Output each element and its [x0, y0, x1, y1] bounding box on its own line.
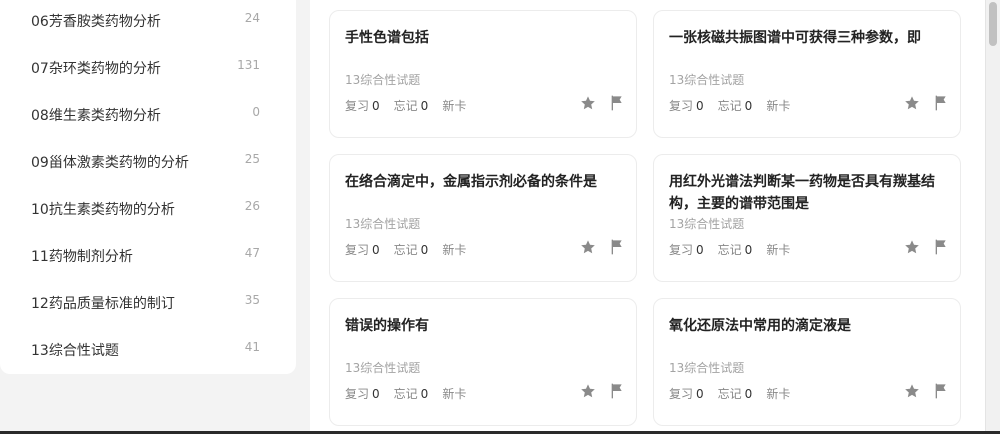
star-icon[interactable] [580, 95, 596, 111]
forget-count: 0 [744, 387, 753, 401]
flag-icon[interactable] [934, 383, 948, 399]
review-count: 0 [696, 243, 704, 257]
new-card-label: 新卡 [442, 99, 467, 113]
flag-icon[interactable] [610, 95, 624, 111]
new-card-label: 新卡 [442, 387, 467, 401]
flashcard[interactable]: 氧化还原法中常用的滴定液是 13综合性试题 复习 0 忘记 0 新卡 [653, 298, 961, 426]
category-item[interactable]: 10抗生素类药物的分析 26 [0, 189, 296, 229]
category-item[interactable]: 07杂环类药物的分析 131 [0, 48, 296, 88]
forget-label: 忘记 [393, 243, 418, 257]
review-label: 复习 [669, 243, 694, 257]
card-title: 氧化还原法中常用的滴定液是 [669, 318, 851, 334]
category-count: 47 [244, 246, 260, 260]
category-count: 131 [237, 58, 260, 72]
card-stats: 复习 0 忘记 0 新卡 [669, 385, 790, 402]
new-card-label: 新卡 [442, 243, 467, 257]
flashcard[interactable]: 在络合滴定中，金属指示剂必备的条件是 13综合性试题 复习 0 忘记 0 新卡 [329, 154, 637, 282]
card-stats: 复习 0 忘记 0 新卡 [345, 241, 466, 258]
new-card-label: 新卡 [766, 243, 791, 257]
review-label: 复习 [345, 387, 370, 401]
forget-label: 忘记 [717, 387, 742, 401]
category-count: 0 [252, 105, 260, 119]
category-label: 10抗生素类药物的分析 [31, 202, 175, 218]
star-icon[interactable] [904, 95, 920, 111]
category-count: 41 [244, 340, 260, 354]
forget-count: 0 [420, 243, 429, 257]
review-label: 复习 [669, 387, 694, 401]
forget-label: 忘记 [393, 99, 418, 113]
card-title: 错误的操作有 [345, 318, 429, 334]
flag-icon[interactable] [934, 95, 948, 111]
card-category-tag: 13综合性试题 [345, 361, 421, 375]
category-label: 09甾体激素类药物的分析 [31, 155, 189, 171]
category-label: 08维生素类药物分析 [31, 108, 161, 124]
category-count: 24 [244, 11, 260, 25]
scrollbar-thumb[interactable] [989, 2, 997, 46]
card-category-tag: 13综合性试题 [669, 361, 745, 375]
card-title: 在络合滴定中，金属指示剂必备的条件是 [345, 174, 597, 190]
category-item[interactable]: 11药物制剂分析 47 [0, 236, 296, 276]
category-label: 12药品质量标准的制订 [31, 296, 175, 312]
review-label: 复习 [345, 99, 370, 113]
category-item[interactable]: 13综合性试题 41 [0, 330, 296, 370]
new-card-label: 新卡 [766, 99, 791, 113]
star-icon[interactable] [904, 239, 920, 255]
card-title: 用红外光谱法判断某一药物是否具有羰基结构，主要的谱带范围是 [669, 174, 935, 212]
card-stats: 复习 0 忘记 0 新卡 [669, 241, 790, 258]
vertical-scrollbar[interactable] [985, 0, 1000, 434]
review-count: 0 [696, 99, 704, 113]
category-item[interactable]: 12药品质量标准的制订 35 [0, 283, 296, 323]
star-icon[interactable] [580, 383, 596, 399]
forget-count: 0 [420, 387, 429, 401]
new-card-label: 新卡 [766, 387, 791, 401]
flashcard[interactable]: 一张核磁共振图谱中可获得三种参数，即 13综合性试题 复习 0 忘记 0 新卡 [653, 10, 961, 138]
review-count: 0 [372, 387, 380, 401]
flag-icon[interactable] [610, 239, 624, 255]
card-grid: 手性色谱包括 13综合性试题 复习 0 忘记 0 新卡 一张核磁共振图谱中可获得三种参数… [310, 0, 985, 434]
review-label: 复习 [669, 99, 694, 113]
category-item[interactable]: 06芳香胺类药物分析 24 [0, 1, 296, 41]
category-count: 26 [244, 199, 260, 213]
forget-label: 忘记 [717, 243, 742, 257]
card-category-tag: 13综合性试题 [669, 73, 745, 87]
card-category-tag: 13综合性试题 [345, 217, 421, 231]
forget-label: 忘记 [717, 99, 742, 113]
category-sidebar: 06芳香胺类药物分析 24 07杂环类药物的分析 131 08维生素类药物分析 … [0, 0, 296, 374]
flashcard[interactable]: 用红外光谱法判断某一药物是否具有羰基结构，主要的谱带范围是 13综合性试题 复习… [653, 154, 961, 282]
card-stats: 复习 0 忘记 0 新卡 [345, 385, 466, 402]
card-category-tag: 13综合性试题 [345, 73, 421, 87]
category-label: 07杂环类药物的分析 [31, 61, 161, 77]
review-count: 0 [372, 243, 380, 257]
card-stats: 复习 0 忘记 0 新卡 [345, 97, 466, 114]
star-icon[interactable] [580, 239, 596, 255]
category-item[interactable]: 09甾体激素类药物的分析 25 [0, 142, 296, 182]
category-count: 25 [244, 152, 260, 166]
forget-count: 0 [420, 99, 429, 113]
card-title: 手性色谱包括 [345, 30, 429, 46]
forget-count: 0 [744, 99, 753, 113]
category-label: 06芳香胺类药物分析 [31, 14, 161, 30]
card-category-tag: 13综合性试题 [669, 217, 745, 231]
category-item[interactable]: 08维生素类药物分析 0 [0, 95, 296, 135]
flag-icon[interactable] [934, 239, 948, 255]
card-title: 一张核磁共振图谱中可获得三种参数，即 [669, 30, 921, 46]
review-count: 0 [696, 387, 704, 401]
card-stats: 复习 0 忘记 0 新卡 [669, 97, 790, 114]
review-label: 复习 [345, 243, 370, 257]
category-label: 13综合性试题 [31, 343, 119, 359]
forget-count: 0 [744, 243, 753, 257]
flashcard[interactable]: 错误的操作有 13综合性试题 复习 0 忘记 0 新卡 [329, 298, 637, 426]
category-count: 35 [244, 293, 260, 307]
flashcard[interactable]: 手性色谱包括 13综合性试题 复习 0 忘记 0 新卡 [329, 10, 637, 138]
review-count: 0 [372, 99, 380, 113]
category-label: 11药物制剂分析 [31, 249, 133, 265]
flag-icon[interactable] [610, 383, 624, 399]
star-icon[interactable] [904, 383, 920, 399]
forget-label: 忘记 [393, 387, 418, 401]
